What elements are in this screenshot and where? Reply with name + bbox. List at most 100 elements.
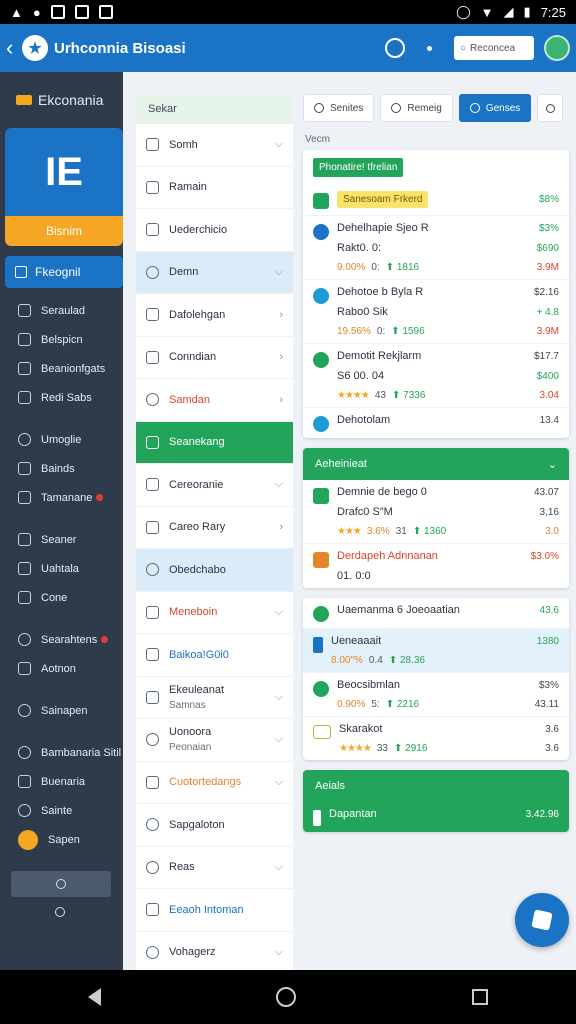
category-item[interactable]: Samdan › xyxy=(136,379,293,422)
sidebar-item-label: Seaner xyxy=(41,533,77,546)
percent-label: 3.6% xyxy=(366,526,390,537)
sidebar-item[interactable]: Uahtala xyxy=(0,554,123,583)
category-item[interactable]: Somh ⌵ xyxy=(136,124,293,167)
sidebar-item[interactable]: Beanionfgats xyxy=(0,354,123,383)
list-item[interactable]: Dehotolam 13.4 xyxy=(303,408,569,438)
sidebar-item[interactable]: Sainte xyxy=(0,796,123,825)
sidebar-item[interactable]: Bambanaria Sitil xyxy=(0,738,123,767)
category-item[interactable]: Uonoora Peonaian ⌵ xyxy=(136,719,293,762)
category-item[interactable]: Uederchicio xyxy=(136,209,293,252)
nav-recent-icon[interactable] xyxy=(472,989,489,1005)
list-item-tertiary-value: 3.9M xyxy=(536,262,559,273)
sidebar-item-label: Redi Sabs xyxy=(41,391,92,404)
sidebar-item[interactable]: Umoglie xyxy=(0,425,123,454)
rating-stars: ★★★ xyxy=(337,526,362,537)
sidebar-settings-button[interactable] xyxy=(11,871,111,897)
tab-search-button[interactable] xyxy=(537,94,564,122)
list-item-name: Skarakot xyxy=(339,723,383,735)
list-item[interactable]: Beocsibmlan $3% 0.90% 5: ⬆ 2216 43.11 xyxy=(303,673,569,717)
sidebar-item[interactable]: Buenaria xyxy=(0,767,123,796)
category-item[interactable]: Baikoa!G0i0 xyxy=(136,634,293,677)
category-item[interactable]: Ekeuleanat Samnas ⌵ xyxy=(136,677,293,719)
category-item[interactable]: Seanekang xyxy=(136,421,293,464)
list-card: Aeheinieat ⌄ Demnie de bego 0 43.07 Drafc0… xyxy=(303,448,569,588)
sidebar-item[interactable]: Seraulad xyxy=(0,296,123,325)
card-header[interactable]: Aeheinieat ⌄ xyxy=(303,448,569,480)
list-item-line: ★★★★ 43 ⬆ 7336 3.04 xyxy=(337,390,559,401)
percent-label: 9.00% xyxy=(337,262,366,273)
sidebar-item[interactable]: Sainapen xyxy=(0,696,123,725)
category-item[interactable]: Dafolehgan › xyxy=(136,294,293,337)
list-item-name: Demnie de bego 0 xyxy=(337,486,427,498)
category-item[interactable]: Reas ⌵ xyxy=(136,847,293,889)
sidebar-search-button[interactable] xyxy=(55,907,69,921)
sidebar-item[interactable]: Cone xyxy=(0,583,123,612)
list-item-value: $3.0% xyxy=(530,550,559,562)
search-icon[interactable] xyxy=(385,38,405,58)
square-icon xyxy=(146,605,159,619)
sidebar-profile[interactable]: Sapen xyxy=(0,825,123,855)
list-item-tertiary-value: 3.0 xyxy=(545,526,559,537)
back-icon[interactable]: ‹ xyxy=(6,35,22,61)
list-item[interactable]: Uaemanma 6 Joeoaatian 43.6 xyxy=(303,598,569,629)
square-icon xyxy=(18,662,31,675)
chevron-icon: › xyxy=(279,521,283,534)
tab-remeig[interactable]: Remeig xyxy=(380,94,453,122)
category-item[interactable]: Eeaoh Intoman xyxy=(136,889,293,932)
list-item[interactable]: Demnie de bego 0 43.07 Drafc0 S″M 3,16 ★★★ 3.… xyxy=(303,480,569,544)
compose-fab[interactable] xyxy=(515,893,569,947)
category-item[interactable]: Careo Rary › xyxy=(136,507,293,549)
sidebar-item[interactable]: Belspicn xyxy=(0,325,123,354)
category-item[interactable]: Ramain xyxy=(136,167,293,209)
category-item[interactable]: Meneboin ⌵ xyxy=(136,592,293,634)
list-item[interactable]: Derdapeh Adnnanan $3.0% 01. 0:0 xyxy=(303,544,569,588)
category-item[interactable]: Obedchabo xyxy=(136,549,293,592)
search-input[interactable]: ○ Reconcea xyxy=(454,36,534,60)
sidebar-item[interactable]: Aotnon xyxy=(0,654,123,683)
more-icon[interactable] xyxy=(427,45,432,51)
category-item[interactable]: Conndian › xyxy=(136,337,293,379)
square-icon xyxy=(146,350,159,364)
hero-label[interactable]: Bisnim xyxy=(5,216,123,246)
list-item[interactable]: Ueneaaait 1380 8.00″% 0.4 ⬆ 28.36 xyxy=(303,629,569,673)
circle-icon xyxy=(146,265,159,279)
hero-tile[interactable]: IE xyxy=(5,128,123,216)
sidebar-item[interactable]: Bainds xyxy=(0,454,123,483)
sidebar-item[interactable]: Tamanane xyxy=(0,483,123,512)
tab-senites[interactable]: Senites xyxy=(303,94,375,122)
list-item-body: Demotit Rekjlarm $17.7 S6 00. 04 $400 ★★★★ 43… xyxy=(337,350,559,401)
square-icon xyxy=(18,775,31,788)
trend-label: ⬆ 28.36 xyxy=(388,655,425,666)
nav-home-icon[interactable] xyxy=(276,987,297,1007)
category-item[interactable]: Cuotortedangs ⌵ xyxy=(136,762,293,804)
category-item[interactable]: Cereoranie ⌵ xyxy=(136,464,293,507)
list-item[interactable]: Dehelhapie Sjeo R $3% Rakt0. 0: $690 9.00% 0:… xyxy=(303,216,569,280)
category-item[interactable]: Demn ⌵ xyxy=(136,251,293,294)
list-item[interactable]: Dapantan 3.42.96 xyxy=(303,802,569,832)
sidebar-item[interactable]: Redi Sabs xyxy=(0,383,123,412)
highlight-row[interactable]: Sanesoam Frkerd $8% xyxy=(303,185,569,216)
list-item[interactable]: Skarakot 3.6 ★★★★ 33 ⬆ 2916 3.6 xyxy=(303,717,569,760)
list-item-meta: 19.56% 0: ⬆ 1596 xyxy=(337,326,425,337)
list-item-tertiary-value: 3.04 xyxy=(539,390,559,401)
tab-genses[interactable]: Genses xyxy=(458,94,532,122)
sidebar-item[interactable]: Seaner xyxy=(0,525,123,554)
category-item[interactable]: Sapgaloton xyxy=(136,804,293,847)
list-item-line: Derdapeh Adnnanan $3.0% xyxy=(337,550,559,562)
list-item-line: Rakt0. 0: $690 xyxy=(337,242,559,254)
nav-back-icon[interactable] xyxy=(87,988,101,1006)
card-header[interactable]: Aeials xyxy=(303,770,569,802)
count-label: 33 xyxy=(376,743,388,754)
sidebar-item-active[interactable]: Fkeognil xyxy=(5,256,123,288)
category-item[interactable]: Vohagerz ⌵ xyxy=(136,932,293,974)
list-item[interactable]: Dehotoe b Byla R $2.16 Rabo0 Sik + 4.8 19.56… xyxy=(303,280,569,344)
sidebar-item-label: Tamanane xyxy=(41,491,93,504)
avatar[interactable] xyxy=(544,35,570,61)
list-item[interactable]: Demotit Rekjlarm $17.7 S6 00. 04 $400 ★★★★ 43… xyxy=(303,344,569,408)
clock: 7:25 xyxy=(540,4,566,20)
notification-icon: ● xyxy=(32,4,41,20)
sidebar-item[interactable]: Searahtens xyxy=(0,625,123,654)
list-card: Aeials Dapantan 3.42.96 xyxy=(303,770,569,832)
item-icon xyxy=(313,352,329,368)
